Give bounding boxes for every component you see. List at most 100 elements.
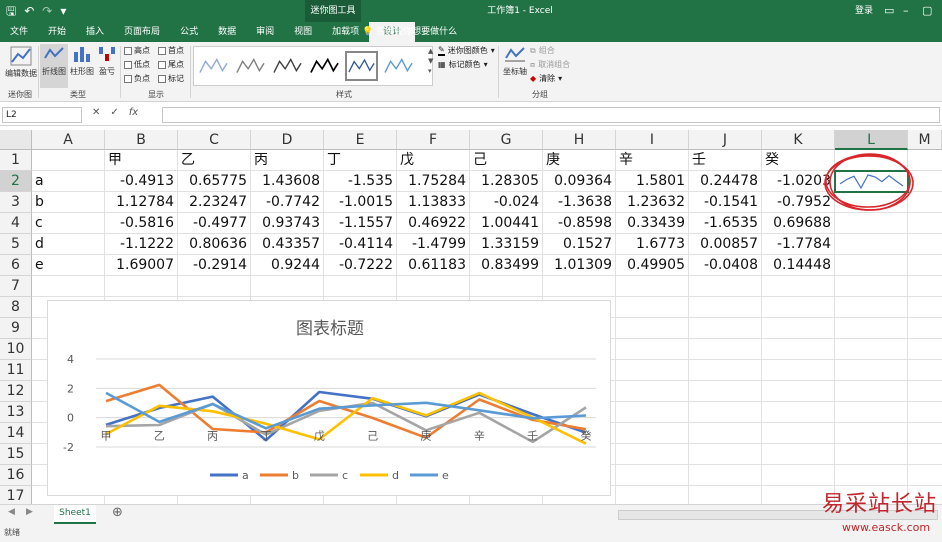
cell-E5[interactable]: -0.4114: [324, 234, 397, 254]
marker-color-button[interactable]: ▦ 标记颜色 ▾: [438, 59, 488, 70]
column-header-D[interactable]: D: [251, 130, 324, 150]
save-icon[interactable]: 🖫: [6, 3, 16, 19]
cell-J4[interactable]: -1.6535: [689, 213, 762, 233]
column-header-B[interactable]: B: [105, 130, 178, 150]
cell-F1[interactable]: 戊: [397, 150, 470, 170]
cell-D4[interactable]: 0.93743: [251, 213, 324, 233]
tab-home[interactable]: 开始: [38, 22, 76, 42]
column-header-I[interactable]: I: [616, 130, 689, 150]
tab-view[interactable]: 视图: [284, 22, 322, 42]
cell-I6[interactable]: 0.49905: [616, 255, 689, 275]
gallery-scroll[interactable]: ▲ ▼ ▾: [428, 46, 433, 76]
tab-file[interactable]: 文件: [0, 22, 38, 42]
cell-D6[interactable]: 0.9244: [251, 255, 324, 275]
cell-B5[interactable]: -1.1222: [105, 234, 178, 254]
cell-D5[interactable]: 0.43357: [251, 234, 324, 254]
customize-icon[interactable]: ▾: [60, 3, 66, 19]
cell-B2[interactable]: -0.4913: [105, 171, 178, 191]
cell-F3[interactable]: 1.13833: [397, 192, 470, 212]
tab-insert[interactable]: 插入: [76, 22, 114, 42]
winloss-type-button[interactable]: 盈亏: [96, 44, 118, 77]
cell-E1[interactable]: 丁: [324, 150, 397, 170]
cell-F5[interactable]: -1.4799: [397, 234, 470, 254]
cell-F4[interactable]: 0.46922: [397, 213, 470, 233]
line-chart[interactable]: 图表标题 4 2 0 -2 甲 乙 丙 丁 戊 己 庚 辛 壬 癸 a b c d e: [47, 300, 611, 496]
cell-J2[interactable]: 0.24478: [689, 171, 762, 191]
row-header-9[interactable]: 9: [0, 318, 32, 339]
cell-H1[interactable]: 庚: [543, 150, 616, 170]
column-header-F[interactable]: F: [397, 130, 470, 150]
cell-I2[interactable]: 1.5801: [616, 171, 689, 191]
style-option-6[interactable]: [382, 51, 415, 81]
axis-button[interactable]: 坐标轴: [502, 44, 528, 77]
cell-G3[interactable]: -0.024: [470, 192, 543, 212]
cell-D1[interactable]: 丙: [251, 150, 324, 170]
row-header-10[interactable]: 10: [0, 339, 32, 360]
row-header-15[interactable]: 15: [0, 444, 32, 465]
cell-E3[interactable]: -1.0015: [324, 192, 397, 212]
row-header-2[interactable]: 2: [0, 171, 32, 192]
cell-H5[interactable]: 0.1527: [543, 234, 616, 254]
cancel-icon[interactable]: ✕: [92, 107, 100, 118]
sheet-next-icon[interactable]: ▶: [26, 507, 33, 517]
login-link[interactable]: 登录: [855, 0, 873, 22]
cell-I3[interactable]: 1.23632: [616, 192, 689, 212]
cell-K5[interactable]: -1.7784: [762, 234, 835, 254]
sheet-prev-icon[interactable]: ◀: [8, 507, 15, 517]
cell-B6[interactable]: 1.69007: [105, 255, 178, 275]
column-header-G[interactable]: G: [470, 130, 543, 150]
undo-icon[interactable]: ↶: [24, 3, 34, 19]
minimize-icon[interactable]: –: [903, 0, 909, 22]
cell-A2[interactable]: a: [32, 171, 105, 191]
cell-I1[interactable]: 辛: [616, 150, 689, 170]
ungroup-button[interactable]: ⧈ 取消组合: [530, 59, 570, 70]
cell-J5[interactable]: 0.00857: [689, 234, 762, 254]
style-option-5[interactable]: [345, 51, 378, 81]
sheet-tab-sheet1[interactable]: Sheet1: [54, 505, 96, 524]
cell-D2[interactable]: 1.43608: [251, 171, 324, 191]
row-header-12[interactable]: 12: [0, 381, 32, 402]
line-type-button[interactable]: 折线图: [40, 44, 68, 88]
column-header-E[interactable]: E: [324, 130, 397, 150]
cell-C5[interactable]: 0.80636: [178, 234, 251, 254]
cell-C4[interactable]: -0.4977: [178, 213, 251, 233]
column-header-K[interactable]: K: [762, 130, 835, 150]
cell-G2[interactable]: 1.28305: [470, 171, 543, 191]
add-sheet-icon[interactable]: ⊕: [112, 505, 123, 520]
cell-H2[interactable]: 0.09364: [543, 171, 616, 191]
style-option-1[interactable]: [197, 51, 230, 81]
row-header-7[interactable]: 7: [0, 276, 32, 297]
cell-J1[interactable]: 壬: [689, 150, 762, 170]
group-button[interactable]: ⧉ 组合: [530, 45, 555, 56]
low-point-checkbox[interactable]: 低点: [124, 59, 150, 70]
column-header-L[interactable]: L: [835, 130, 908, 150]
row-header-16[interactable]: 16: [0, 465, 32, 486]
row-header-1[interactable]: 1: [0, 150, 32, 171]
cell-F2[interactable]: 1.75284: [397, 171, 470, 191]
cell-B3[interactable]: 1.12784: [105, 192, 178, 212]
formula-input[interactable]: [162, 107, 940, 123]
tab-formulas[interactable]: 公式: [170, 22, 208, 42]
cell-C3[interactable]: 2.23247: [178, 192, 251, 212]
cell-G1[interactable]: 己: [470, 150, 543, 170]
cell-H4[interactable]: -0.8598: [543, 213, 616, 233]
style-option-3[interactable]: [271, 51, 304, 81]
cell-D3[interactable]: -0.7742: [251, 192, 324, 212]
tab-page-layout[interactable]: 页面布局: [114, 22, 170, 42]
high-point-checkbox[interactable]: 高点: [124, 45, 150, 56]
redo-icon[interactable]: ↷: [42, 3, 52, 19]
row-header-3[interactable]: 3: [0, 192, 32, 213]
column-header-C[interactable]: C: [178, 130, 251, 150]
first-point-checkbox[interactable]: 首点: [158, 45, 184, 56]
column-header-H[interactable]: H: [543, 130, 616, 150]
cell-A4[interactable]: c: [32, 213, 105, 233]
cell-I4[interactable]: 0.33439: [616, 213, 689, 233]
style-option-2[interactable]: [234, 51, 267, 81]
cell-E2[interactable]: -1.535: [324, 171, 397, 191]
cell-H6[interactable]: 1.01309: [543, 255, 616, 275]
column-header-M[interactable]: M: [908, 130, 942, 150]
name-box[interactable]: L2: [2, 107, 82, 123]
cell-C1[interactable]: 乙: [178, 150, 251, 170]
column-header-A[interactable]: A: [32, 130, 105, 150]
edit-data-button[interactable]: 编辑数据: [4, 46, 38, 79]
